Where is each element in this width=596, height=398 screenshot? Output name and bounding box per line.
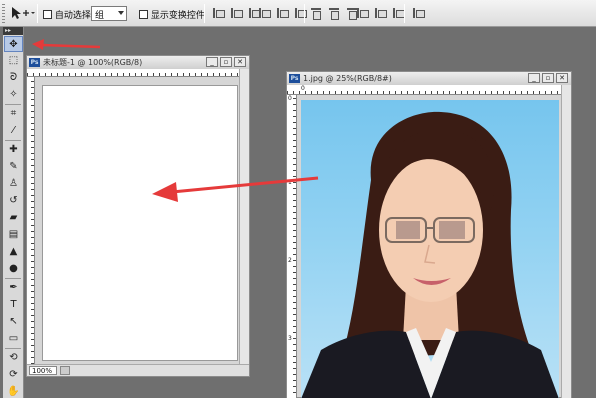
document-window-photo[interactable]: Ps 1.jpg @ 25%(RGB/8#) _ ▫ ✕ 0 0 1 2 3	[286, 71, 572, 398]
healing-brush-tool-icon[interactable]: ✚	[4, 142, 23, 158]
photoshop-icon: Ps	[289, 74, 300, 83]
portrait-illustration	[301, 111, 559, 398]
show-transform-controls-checkbox[interactable]: 显示变换控件	[139, 8, 205, 21]
blank-canvas[interactable]	[42, 85, 238, 361]
document-window-untitled[interactable]: Ps 未标题-1 @ 100%(RGB/8) _ ▫ ✕ 100%	[26, 55, 250, 377]
show-transform-label: 显示变换控件	[150, 11, 205, 21]
dodge-tool-icon[interactable]: ●	[4, 261, 23, 277]
auto-select-check[interactable]	[43, 10, 52, 19]
align-top-icon[interactable]	[212, 7, 225, 19]
3d-rotate-tool-icon[interactable]: ⟲	[4, 350, 23, 366]
align-vcenter-icon[interactable]	[230, 7, 243, 19]
marquee-tool-icon[interactable]: ⬚	[4, 53, 23, 69]
distribute-group-vertical	[310, 7, 358, 20]
auto-align-group	[412, 7, 425, 19]
vertical-ruler: 0 1 2 3	[287, 95, 297, 398]
restore-button[interactable]: ▫	[220, 57, 232, 67]
separator	[5, 278, 21, 279]
hand-tool-icon[interactable]: ✋	[4, 384, 23, 398]
crop-tool-icon[interactable]: ⌗	[4, 106, 23, 122]
arrow-to-move-tool	[32, 39, 101, 50]
auto-align-layers-icon[interactable]	[412, 7, 425, 19]
status-info-icon[interactable]	[60, 366, 70, 375]
separator	[37, 4, 38, 23]
lasso-tool-icon[interactable]: ᘐ	[4, 70, 23, 86]
document-title-bar[interactable]: Ps 1.jpg @ 25%(RGB/8#) _ ▫ ✕	[287, 72, 571, 85]
window-controls: _ ▫ ✕	[206, 57, 246, 67]
separator	[5, 140, 21, 141]
photoshop-icon: Ps	[29, 58, 40, 67]
type-tool-icon[interactable]: T	[4, 297, 23, 313]
toolbar-grip[interactable]	[2, 4, 5, 23]
brush-tool-icon[interactable]: ✎	[4, 159, 23, 175]
restore-button[interactable]: ▫	[542, 73, 554, 83]
chevron-down-icon	[118, 11, 124, 15]
minimize-button[interactable]: _	[528, 73, 540, 83]
tools-panel: ▸▸ ✥ ⬚ ᘐ ✧ ⌗ ⁄ ✚ ✎ ♙ ↺ ▰ ▤ ▲ ● ✒ T ↖ ▭ ⟲…	[3, 27, 24, 398]
document-title: 未标题-1 @ 100%(RGB/8)	[43, 58, 143, 67]
separator	[304, 4, 305, 23]
portrait-photo[interactable]	[301, 100, 559, 398]
distribute-group-horizontal	[356, 7, 405, 19]
distribute-vcenter-icon[interactable]	[328, 7, 340, 20]
close-button[interactable]: ✕	[556, 73, 568, 83]
eraser-tool-icon[interactable]: ▰	[4, 210, 23, 226]
auto-select-label: 自动选择:	[54, 11, 94, 21]
distribute-top-icon[interactable]	[310, 7, 322, 20]
ruler-label: 2	[288, 257, 292, 264]
minimize-button[interactable]: _	[206, 57, 218, 67]
history-brush-tool-icon[interactable]: ↺	[4, 193, 23, 209]
auto-select-value: 组	[95, 11, 105, 21]
move-tool-icon	[12, 7, 35, 19]
vertical-ruler	[27, 77, 35, 364]
options-bar: 自动选择: 组 显示变换控件	[0, 0, 596, 27]
separator	[5, 104, 21, 105]
magic-wand-tool-icon[interactable]: ✧	[4, 87, 23, 103]
distribute-hcenter-icon[interactable]	[374, 7, 387, 19]
auto-select-dropdown[interactable]: 组	[91, 6, 127, 21]
gradient-tool-icon[interactable]: ▤	[4, 227, 23, 243]
zoom-field[interactable]: 100%	[29, 366, 57, 375]
status-bar: 100%	[27, 364, 249, 376]
horizontal-ruler: 0	[287, 85, 561, 95]
clone-stamp-tool-icon[interactable]: ♙	[4, 176, 23, 192]
path-selection-tool-icon[interactable]: ↖	[4, 314, 23, 330]
align-group-vertical	[212, 7, 261, 19]
align-hcenter-icon[interactable]	[276, 7, 289, 19]
pen-tool-icon[interactable]: ✒	[4, 280, 23, 296]
ruler-label: 1	[288, 179, 292, 186]
shape-tool-icon[interactable]: ▭	[4, 331, 23, 347]
auto-select-checkbox[interactable]: 自动选择:	[43, 8, 94, 21]
close-button[interactable]: ✕	[234, 57, 246, 67]
ruler-label: 0	[288, 95, 292, 102]
blur-tool-icon[interactable]: ▲	[4, 244, 23, 260]
tool-preset-picker[interactable]	[9, 5, 35, 22]
show-transform-check[interactable]	[139, 10, 148, 19]
3d-orbit-tool-icon[interactable]: ⟳	[4, 367, 23, 383]
align-group-horizontal	[258, 7, 307, 19]
separator	[204, 4, 205, 23]
distribute-left-icon[interactable]	[356, 7, 369, 19]
tools-panel-header[interactable]: ▸▸	[3, 27, 23, 35]
vertical-scrollbar[interactable]	[561, 85, 571, 398]
eyedropper-tool-icon[interactable]: ⁄	[4, 123, 23, 139]
ruler-label: 0	[301, 85, 305, 92]
ruler-label: 3	[288, 335, 292, 342]
document-title-bar[interactable]: Ps 未标题-1 @ 100%(RGB/8) _ ▫ ✕	[27, 56, 249, 69]
align-left-icon[interactable]	[258, 7, 271, 19]
distribute-right-icon[interactable]	[392, 7, 405, 19]
document-title: 1.jpg @ 25%(RGB/8#)	[303, 74, 392, 83]
separator	[404, 4, 405, 23]
separator	[5, 348, 21, 349]
vertical-scrollbar[interactable]	[239, 69, 249, 364]
window-controls: _ ▫ ✕	[528, 73, 568, 83]
move-tool-icon[interactable]: ✥	[4, 36, 23, 52]
horizontal-ruler	[27, 69, 239, 77]
